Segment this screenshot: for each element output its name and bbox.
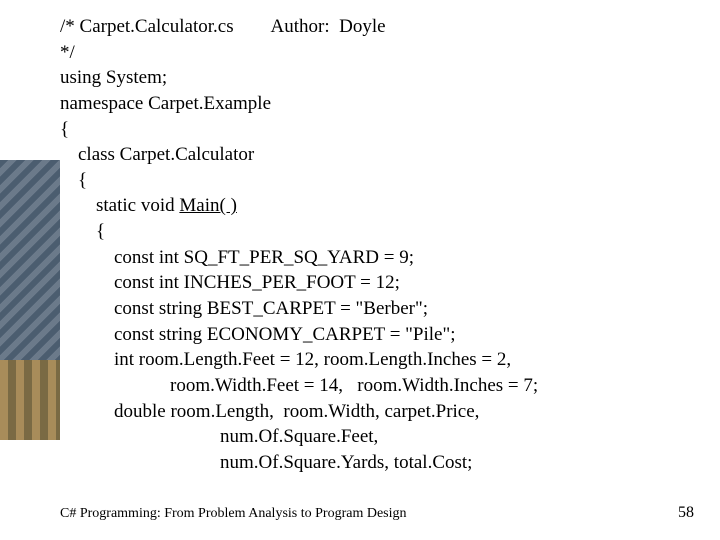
- method-modifiers: static void: [96, 195, 179, 216]
- code-line: {: [60, 219, 690, 245]
- code-line: {: [60, 117, 690, 143]
- code-block: /* Carpet.Calculator.cs Author: Doyle */…: [60, 14, 690, 476]
- footer-text: C# Programming: From Problem Analysis to…: [60, 506, 407, 522]
- page-number: 58: [678, 504, 694, 522]
- code-line: num.Of.Square.Feet,: [60, 424, 690, 450]
- comment-author: Author: Doyle: [271, 16, 386, 37]
- code-line: */: [60, 40, 690, 66]
- code-line: double room.Length, room.Width, carpet.P…: [60, 399, 690, 425]
- code-line: namespace Carpet.Example: [60, 91, 690, 117]
- code-line: {: [60, 168, 690, 194]
- code-line: static void Main( ): [60, 193, 690, 219]
- slide: /* Carpet.Calculator.cs Author: Doyle */…: [0, 0, 720, 540]
- code-line: int room.Length.Feet = 12, room.Length.I…: [60, 347, 690, 373]
- code-line: const int INCHES_PER_FOOT = 12;: [60, 270, 690, 296]
- decorative-strip-bottom: [0, 360, 60, 440]
- code-line: num.Of.Square.Yards, total.Cost;: [60, 450, 690, 476]
- code-line: /* Carpet.Calculator.cs Author: Doyle: [60, 14, 690, 40]
- comment-open: /* Carpet.Calculator.cs: [60, 16, 234, 37]
- code-line: class Carpet.Calculator: [60, 142, 690, 168]
- code-line: using System;: [60, 65, 690, 91]
- code-line: room.Width.Feet = 14, room.Width.Inches …: [60, 373, 690, 399]
- code-line: const string BEST_CARPET = "Berber";: [60, 296, 690, 322]
- method-name: Main( ): [179, 195, 237, 216]
- code-line: const int SQ_FT_PER_SQ_YARD = 9;: [60, 245, 690, 271]
- code-line: const string ECONOMY_CARPET = "Pile";: [60, 322, 690, 348]
